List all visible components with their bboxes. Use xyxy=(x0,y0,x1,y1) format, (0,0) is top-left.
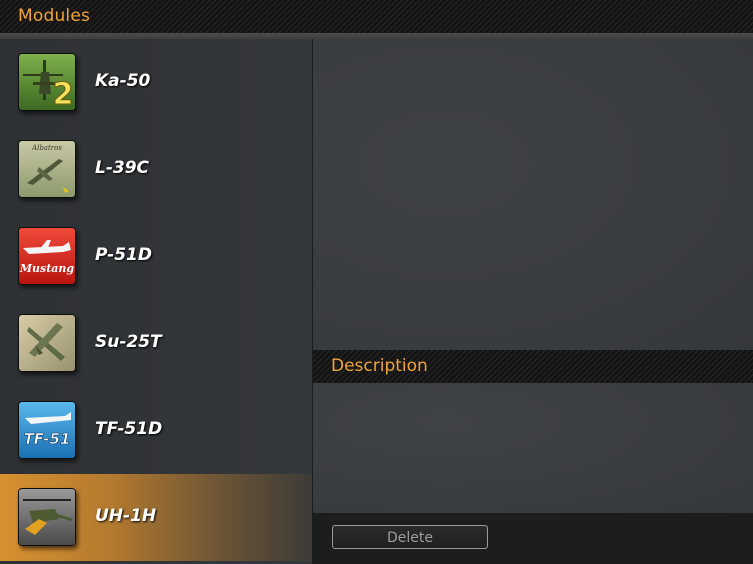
module-label: UH-1H xyxy=(95,506,157,526)
module-label: Ka-50 xyxy=(95,71,151,91)
l-39c-badge: Albatros xyxy=(31,144,62,152)
module-item-l-39c[interactable]: Albatros L-39C xyxy=(0,126,312,213)
module-item-uh-1h[interactable]: UH-1H xyxy=(0,474,312,561)
module-list: 2 Ka-50 Albatros L-39C Mustang P-51D Su-… xyxy=(0,39,313,564)
module-item-su-25t[interactable]: Su-25T xyxy=(0,300,312,387)
su-25t-jet-icon xyxy=(18,314,76,372)
module-label: P-51D xyxy=(95,245,152,265)
tf-51d-badge: TF-51 xyxy=(24,430,71,448)
tf-51d-icon: TF-51 xyxy=(18,401,76,459)
footer-bar: Delete xyxy=(313,513,753,564)
module-item-tf-51d[interactable]: TF-51 TF-51D xyxy=(0,387,312,474)
p-51d-badge: Mustang xyxy=(19,262,74,275)
ka-50-badge: 2 xyxy=(53,77,74,110)
description-body xyxy=(313,383,753,513)
module-label: TF-51D xyxy=(95,419,163,439)
p-51d-mustang-icon: Mustang xyxy=(18,227,76,285)
module-label: Su-25T xyxy=(95,332,162,352)
description-title: Description xyxy=(331,356,428,376)
uh-1h-helicopter-icon xyxy=(18,488,76,546)
delete-button[interactable]: Delete xyxy=(332,525,488,549)
ka-50-helicopter-icon: 2 xyxy=(18,53,76,111)
l-39c-jet-icon: Albatros xyxy=(18,140,76,198)
description-header: Description xyxy=(313,350,753,383)
modules-title: Modules xyxy=(18,6,91,26)
modules-header: Modules xyxy=(0,0,753,34)
module-item-ka-50[interactable]: 2 Ka-50 xyxy=(0,39,312,126)
module-label: L-39C xyxy=(95,158,150,178)
module-item-p-51d[interactable]: Mustang P-51D xyxy=(0,213,312,300)
module-preview-panel xyxy=(313,39,753,350)
